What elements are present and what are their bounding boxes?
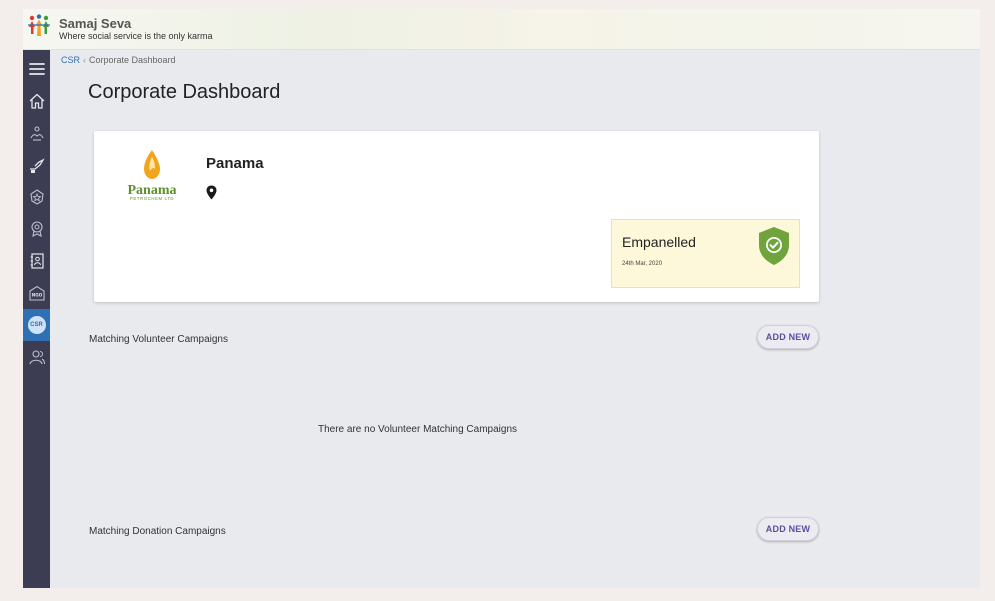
sidebar-item-users[interactable] <box>23 341 50 373</box>
empanelled-status-box: Empanelled 24th Mar, 2020 <box>611 219 800 288</box>
contacts-book-icon <box>30 253 44 269</box>
sidebar-item-contacts[interactable] <box>23 245 50 277</box>
sidebar-item-ngo[interactable]: NGO <box>23 277 50 309</box>
company-logo-subtext: PETROCHEM LTD <box>130 196 174 201</box>
sidebar-item-award[interactable] <box>23 213 50 245</box>
users-icon <box>28 350 45 365</box>
sidebar-item-home[interactable] <box>23 85 50 117</box>
ngo-building-icon: NGO <box>28 285 45 301</box>
location-pin-icon[interactable] <box>206 185 217 200</box>
add-donation-campaign-button[interactable]: ADD NEW <box>757 517 819 541</box>
sidebar-menu-toggle[interactable] <box>23 53 50 85</box>
donation-campaigns-title: Matching Donation Campaigns <box>89 526 226 537</box>
sidebar-item-donate[interactable] <box>23 149 50 181</box>
app-name: Samaj Seva <box>59 16 132 31</box>
status-date: 24th Mar, 2020 <box>622 261 663 267</box>
status-label: Empanelled <box>622 234 696 250</box>
sidebar-item-csr[interactable]: CSR <box>23 309 50 341</box>
app-window: Samaj Seva Where social service is the o… <box>23 9 980 588</box>
csr-icon: CSR <box>27 316 46 334</box>
samaj-seva-logo-icon[interactable] <box>27 14 51 40</box>
volunteer-empty-message: There are no Volunteer Matching Campaign… <box>318 424 518 435</box>
svg-text:NGO: NGO <box>31 293 42 298</box>
award-icon <box>30 221 43 237</box>
breadcrumb-current: Corporate Dashboard <box>89 55 176 65</box>
hamburger-menu-icon <box>28 63 45 75</box>
verified-shield-icon <box>759 227 789 265</box>
badge-icon <box>29 189 44 205</box>
company-name: Panama <box>206 155 264 172</box>
panama-company-logo: Panama PETROCHEM LTD <box>128 150 177 201</box>
top-header: Samaj Seva Where social service is the o… <box>23 9 980 50</box>
page-title: Corporate Dashboard <box>88 81 281 103</box>
breadcrumb-separator: ‹ <box>83 55 87 65</box>
add-volunteer-campaign-button[interactable]: ADD NEW <box>757 325 819 349</box>
sidebar-item-badge[interactable] <box>23 181 50 213</box>
home-icon <box>29 93 44 109</box>
company-card: Panama PETROCHEM LTD Panama Empanelled 2… <box>94 131 819 302</box>
breadcrumb-csr-link[interactable]: CSR <box>61 55 80 65</box>
sidebar-item-charity[interactable] <box>23 117 50 149</box>
charity-hands-icon <box>30 126 43 141</box>
app-tagline: Where social service is the only karma <box>59 31 213 41</box>
volunteer-campaigns-title: Matching Volunteer Campaigns <box>89 334 228 345</box>
donate-hand-icon <box>29 158 45 173</box>
sidebar: NGO CSR <box>23 50 50 588</box>
breadcrumb: CSR ‹ Corporate Dashboard <box>61 55 176 65</box>
